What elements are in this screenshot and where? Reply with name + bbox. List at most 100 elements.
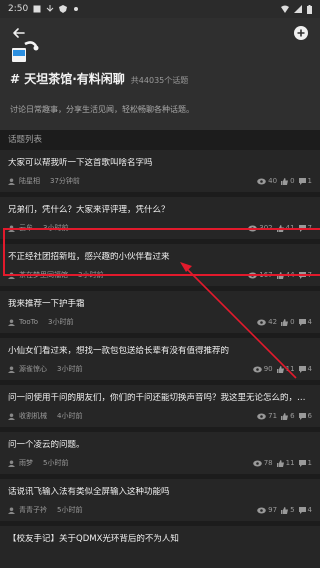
- views-stat: 167: [248, 271, 273, 279]
- topic-card[interactable]: 问一个凌云的问题。 雨梦 5小时前 78 11 1: [0, 432, 320, 474]
- topic-card-time: 5小时前: [57, 506, 83, 514]
- topic-card-meta: 源雀惊心 3小时前 90 11 4: [8, 364, 312, 374]
- comments-stat[interactable]: 1: [298, 177, 312, 185]
- topic-card-stats: 71 6 6: [257, 412, 312, 420]
- topic-card-title: 话说讯飞输入法有类似全屏输入这种功能吗: [8, 487, 170, 497]
- comments-stat[interactable]: 4: [298, 318, 312, 326]
- comments-stat[interactable]: 6: [298, 412, 312, 420]
- topic-card-author-area: TooTo 3小时前: [8, 317, 74, 327]
- comments-stat[interactable]: 1: [298, 459, 312, 467]
- add-topic-button[interactable]: [290, 22, 312, 44]
- likes-count: 5: [290, 506, 295, 514]
- topic-card[interactable]: 我来推荐一下护手霜 TooTo 3小时前 42 0 4: [0, 291, 320, 333]
- topic-card-author[interactable]: TooTo: [19, 318, 38, 326]
- likes-count: 0: [290, 177, 295, 185]
- download-notification-icon: [46, 5, 54, 12]
- status-left: 2:50: [8, 4, 80, 14]
- topic-card-author[interactable]: 茶在梦里同福馆: [19, 270, 68, 280]
- topic-card-author-area: 雨梦 5小时前: [8, 458, 68, 468]
- status-right: [281, 4, 312, 14]
- topic-card-title: 问一个凌云的问题。: [8, 440, 85, 450]
- user-icon: [8, 459, 15, 467]
- topic-card-author[interactable]: 陆星相: [19, 176, 40, 186]
- topic-card-stats: 78 11 1: [252, 459, 312, 467]
- comments-stat[interactable]: 4: [298, 365, 312, 373]
- thumbs-up-icon: [281, 412, 289, 420]
- comments-stat[interactable]: 7: [298, 271, 312, 279]
- topic-card-title: 我来推荐一下护手霜: [8, 299, 85, 309]
- topic-card-title: 不正经社团招新啦，感兴趣的小伙伴看过来: [8, 252, 170, 262]
- topic-card-title: 兄弟们，凭什么？大家来评评理，凭什么？: [8, 205, 170, 215]
- topic-card-meta: 茶在梦里同福馆 3小时前 167 44 7: [8, 270, 312, 280]
- topic-card-title: 问一问使用千问的朋友们，你们的千问还能切换声音吗？我这里无论怎么的，似乎都: [8, 393, 312, 403]
- topic-header: # 天坦茶馆·有料闲聊 共44035个话题 讨论日常趣事，分享生活见闻，轻松畅聊…: [0, 18, 320, 130]
- topic-title: # 天坦茶馆·有料闲聊 共44035个话题: [10, 70, 188, 87]
- views-stat: 42: [257, 318, 277, 326]
- topic-card-author-area: 茶在梦里同福馆 3小时前: [8, 270, 103, 280]
- views-stat: 78: [252, 459, 273, 467]
- eye-icon: [252, 460, 262, 466]
- user-icon: [8, 177, 15, 185]
- eye-icon: [257, 413, 266, 419]
- likes-stat[interactable]: 11: [276, 365, 295, 373]
- comments-stat[interactable]: 7: [298, 224, 312, 232]
- topic-description: 讨论日常趣事，分享生活见闻，轻松畅聊各种话题。: [10, 105, 194, 114]
- topic-card-author[interactable]: 云牟: [19, 223, 33, 233]
- topic-card-author-area: 陆星相 37分钟前: [8, 176, 80, 186]
- topic-card-author[interactable]: 雨梦: [19, 458, 33, 468]
- topic-card[interactable]: 【校友手记】关于QDMX光环背后的不为人知: [0, 526, 320, 568]
- likes-stat[interactable]: 11: [276, 459, 295, 467]
- topic-card-stats: 90 11 4: [252, 365, 312, 373]
- topic-card[interactable]: 小仙女们看过来，想找一款包包送给长辈有没有值得推荐的 源雀惊心 3小时前 90 …: [0, 338, 320, 380]
- likes-stat[interactable]: 0: [281, 318, 295, 326]
- topic-card[interactable]: 兄弟们，凭什么？大家来评评理，凭什么？ 云牟 3小时前 302 41 7: [0, 197, 320, 239]
- likes-count: 11: [285, 459, 295, 467]
- image-notification-icon: [33, 5, 41, 13]
- comments-count: 4: [307, 365, 312, 373]
- views-count: 97: [268, 506, 278, 514]
- thumbs-up-icon: [281, 318, 289, 326]
- likes-count: 0: [290, 318, 295, 326]
- views-count: 78: [263, 459, 273, 467]
- topic-title-text: # 天坦茶馆·有料闲聊: [10, 72, 125, 86]
- likes-count: 11: [285, 365, 295, 373]
- views-count: 302: [259, 224, 273, 232]
- topic-card-stats: 302 41 7: [248, 224, 312, 232]
- comments-stat[interactable]: 4: [298, 506, 312, 514]
- comment-icon: [298, 506, 306, 514]
- topic-card-author[interactable]: 收割机械: [19, 411, 47, 421]
- likes-stat[interactable]: 5: [281, 506, 295, 514]
- topic-card-author[interactable]: 源雀惊心: [19, 364, 47, 374]
- wifi-icon: [281, 5, 289, 13]
- topic-card-title: 【校友手记】关于QDMX光环背后的不为人知: [8, 534, 179, 544]
- topic-card-author[interactable]: 青青子衿: [19, 505, 47, 515]
- topic-card-author-area: 收割机械 4小时前: [8, 411, 82, 421]
- topic-card[interactable]: 不正经社团招新啦，感兴趣的小伙伴看过来 茶在梦里同福馆 3小时前 167 44 …: [0, 244, 320, 286]
- comment-icon: [298, 412, 306, 420]
- comment-icon: [298, 365, 306, 373]
- user-icon: [8, 318, 15, 326]
- topic-card-time: 5小时前: [43, 459, 69, 467]
- topic-card[interactable]: 话说讯飞输入法有类似全屏输入这种功能吗 青青子衿 5小时前 97 5 4: [0, 479, 320, 521]
- topic-card[interactable]: 问一问使用千问的朋友们，你们的千问还能切换声音吗？我这里无论怎么的，似乎都 收割…: [0, 385, 320, 427]
- views-count: 40: [268, 177, 278, 185]
- shield-notification-icon: [59, 5, 68, 13]
- likes-count: 44: [285, 271, 295, 279]
- user-icon: [8, 271, 15, 279]
- topic-count: 共44035个话题: [130, 76, 189, 85]
- thumbs-up-icon: [281, 177, 289, 185]
- topic-list: 大家可以帮我听一下这首歌叫啥名字吗 陆星相 37分钟前 40 0 1 兄弟们，凭…: [0, 150, 320, 568]
- thumbs-up-icon: [276, 459, 284, 467]
- likes-stat[interactable]: 6: [281, 412, 295, 420]
- user-icon: [8, 506, 15, 514]
- user-icon: [8, 224, 15, 232]
- likes-stat[interactable]: 41: [276, 224, 295, 232]
- status-time: 2:50: [8, 4, 29, 14]
- user-icon: [8, 365, 15, 373]
- likes-stat[interactable]: 44: [276, 271, 295, 279]
- topic-card[interactable]: 大家可以帮我听一下这首歌叫啥名字吗 陆星相 37分钟前 40 0 1: [0, 150, 320, 192]
- topic-card-time: 3小时前: [57, 365, 83, 373]
- topic-card-stats: 40 0 1: [257, 177, 312, 185]
- topic-card-author-area: 源雀惊心 3小时前: [8, 364, 82, 374]
- likes-stat[interactable]: 0: [281, 177, 295, 185]
